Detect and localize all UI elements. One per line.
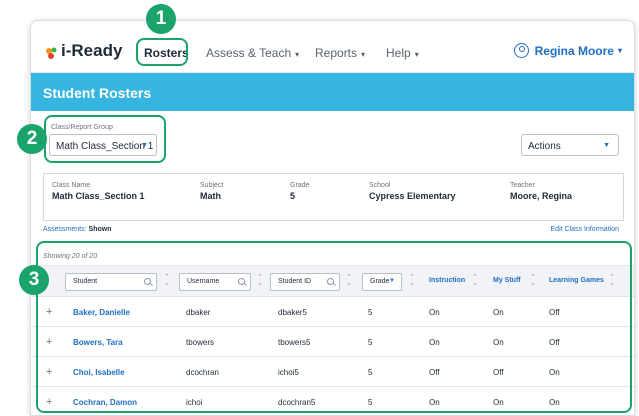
school-value: Cypress Elementary <box>369 191 456 201</box>
chevron-down-icon: ▾ <box>617 46 622 55</box>
nav-reports-label: Reports <box>315 46 358 60</box>
chevron-down-icon: ▼ <box>603 142 610 149</box>
logo-text: i-Ready <box>61 41 123 60</box>
assessments-label: Assessments: <box>43 226 87 233</box>
chevron-down-icon: ▾ <box>361 50 366 59</box>
chevron-down-icon: ▾ <box>414 50 419 59</box>
class-name-label: Class Name <box>52 182 91 189</box>
logo-mark-icon <box>45 45 59 59</box>
teacher-field: Teacher Moore, Regina <box>510 182 572 201</box>
subject-value: Math <box>200 191 221 201</box>
teacher-value: Moore, Regina <box>510 191 573 201</box>
page-banner: Student Rosters <box>31 73 634 111</box>
class-name-field: Class Name Math Class_Section 1 <box>52 182 145 201</box>
user-name: Regina Moore <box>534 43 614 58</box>
assessments-status: Assessments: Shown <box>43 226 111 233</box>
actions-dropdown[interactable]: Actions ▼ <box>521 134 619 156</box>
assessments-value: Shown <box>88 226 112 233</box>
nav-assess-teach[interactable]: Assess & Teach ▾ <box>206 46 299 60</box>
callout-badge-1: 1 <box>146 4 176 34</box>
nav-reports[interactable]: Reports ▾ <box>315 46 365 60</box>
callout-box-class-group <box>44 115 166 163</box>
top-navigation: i-Ready Rosters Assess & Teach ▾ Reports ▾… <box>31 21 634 73</box>
grade-value: 5 <box>290 191 296 201</box>
i-ready-logo[interactable]: i-Ready <box>45 41 122 61</box>
callout-box-roster-table <box>36 241 632 413</box>
user-icon <box>513 43 529 58</box>
actions-label: Actions <box>528 141 561 152</box>
chevron-down-icon: ▾ <box>295 50 300 59</box>
callout-box-rosters <box>136 38 188 66</box>
grade-label: Grade <box>290 182 310 189</box>
page-title: Student Rosters <box>43 85 152 101</box>
school-field: School Cypress Elementary <box>369 182 456 201</box>
edit-class-info-link[interactable]: Edit Class Information <box>551 226 619 233</box>
subject-label: Subject <box>200 182 224 189</box>
callout-badge-3: 3 <box>19 265 49 295</box>
user-menu[interactable]: Regina Moore ▾ <box>513 43 622 58</box>
class-name-value: Math Class_Section 1 <box>52 191 145 201</box>
school-label: School <box>369 182 391 189</box>
grade-field: Grade 5 <box>290 182 309 201</box>
nav-help[interactable]: Help ▾ <box>386 46 419 60</box>
callout-badge-2: 2 <box>17 124 47 154</box>
nav-assess-teach-label: Assess & Teach <box>206 46 292 60</box>
nav-help-label: Help <box>386 46 411 60</box>
teacher-label: Teacher <box>510 182 535 189</box>
subject-field: Subject Math <box>200 182 223 201</box>
class-info-panel: Class Name Math Class_Section 1 Subject … <box>43 173 624 221</box>
